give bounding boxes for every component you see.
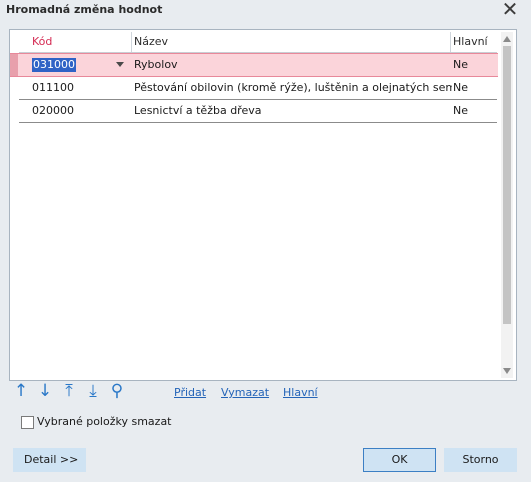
detail-button[interactable]: Detail >> — [13, 448, 86, 472]
row-main: Ne — [453, 58, 468, 71]
ok-button[interactable]: OK — [363, 448, 436, 472]
row-code: 020000 — [32, 104, 74, 117]
add-link[interactable]: Přidat — [174, 386, 206, 399]
row-name: Pěstování obilovin (kromě rýže), luštěni… — [134, 81, 452, 94]
column-separator[interactable] — [450, 32, 451, 52]
scroll-up-arrow-icon[interactable] — [503, 36, 511, 42]
detail-button-label: Detail >> — [24, 453, 79, 466]
row-name: Lesnictví a těžba dřeva — [134, 104, 262, 117]
close-icon[interactable]: ✕ — [501, 0, 519, 19]
main-link[interactable]: Hlavní — [283, 386, 318, 399]
column-separator[interactable] — [131, 32, 132, 52]
row-name: Rybolov — [134, 58, 178, 71]
vertical-scrollbar[interactable] — [501, 32, 513, 378]
table-row[interactable]: 011100 Pěstování obilovin (kromě rýže), … — [10, 77, 498, 99]
code-combobox-input[interactable]: 031000 — [32, 58, 76, 72]
table-row[interactable]: 031000 Rybolov Ne — [10, 53, 498, 77]
row-divider — [19, 122, 497, 123]
column-header-code[interactable]: Kód — [32, 30, 52, 52]
window-title: Hromadná změna hodnot — [6, 3, 163, 16]
cancel-button[interactable]: Storno — [444, 448, 517, 472]
scrollbar-thumb[interactable] — [503, 46, 511, 324]
search-icon[interactable]: ⚲ — [108, 382, 126, 400]
chevron-down-icon[interactable] — [116, 62, 124, 67]
delete-selected-label[interactable]: Vybrané položky smazat — [37, 415, 172, 428]
table-row[interactable]: 020000 Lesnictví a těžba dřeva Ne — [10, 100, 498, 122]
move-to-bottom-icon[interactable]: ⤓ — [84, 382, 102, 400]
arrow-up-icon[interactable]: ↑ — [12, 382, 30, 400]
row-code: 011100 — [32, 81, 74, 94]
row-main: Ne — [453, 81, 468, 94]
items-grid: Kód Název Hlavní 031000 Rybolov Ne 01110… — [9, 29, 517, 381]
scroll-down-arrow-icon[interactable] — [503, 368, 511, 374]
row-main: Ne — [453, 104, 468, 117]
column-header-name[interactable]: Název — [134, 30, 168, 52]
delete-selected-checkbox[interactable] — [21, 416, 34, 429]
row-selection-marker — [10, 54, 18, 76]
arrow-down-icon[interactable]: ↓ — [36, 382, 54, 400]
move-to-top-icon[interactable]: ⤒ — [60, 382, 78, 400]
title-bar: Hromadná změna hodnot ✕ — [0, 0, 531, 20]
column-header-main[interactable]: Hlavní — [453, 30, 488, 52]
delete-link[interactable]: Vymazat — [221, 386, 269, 399]
